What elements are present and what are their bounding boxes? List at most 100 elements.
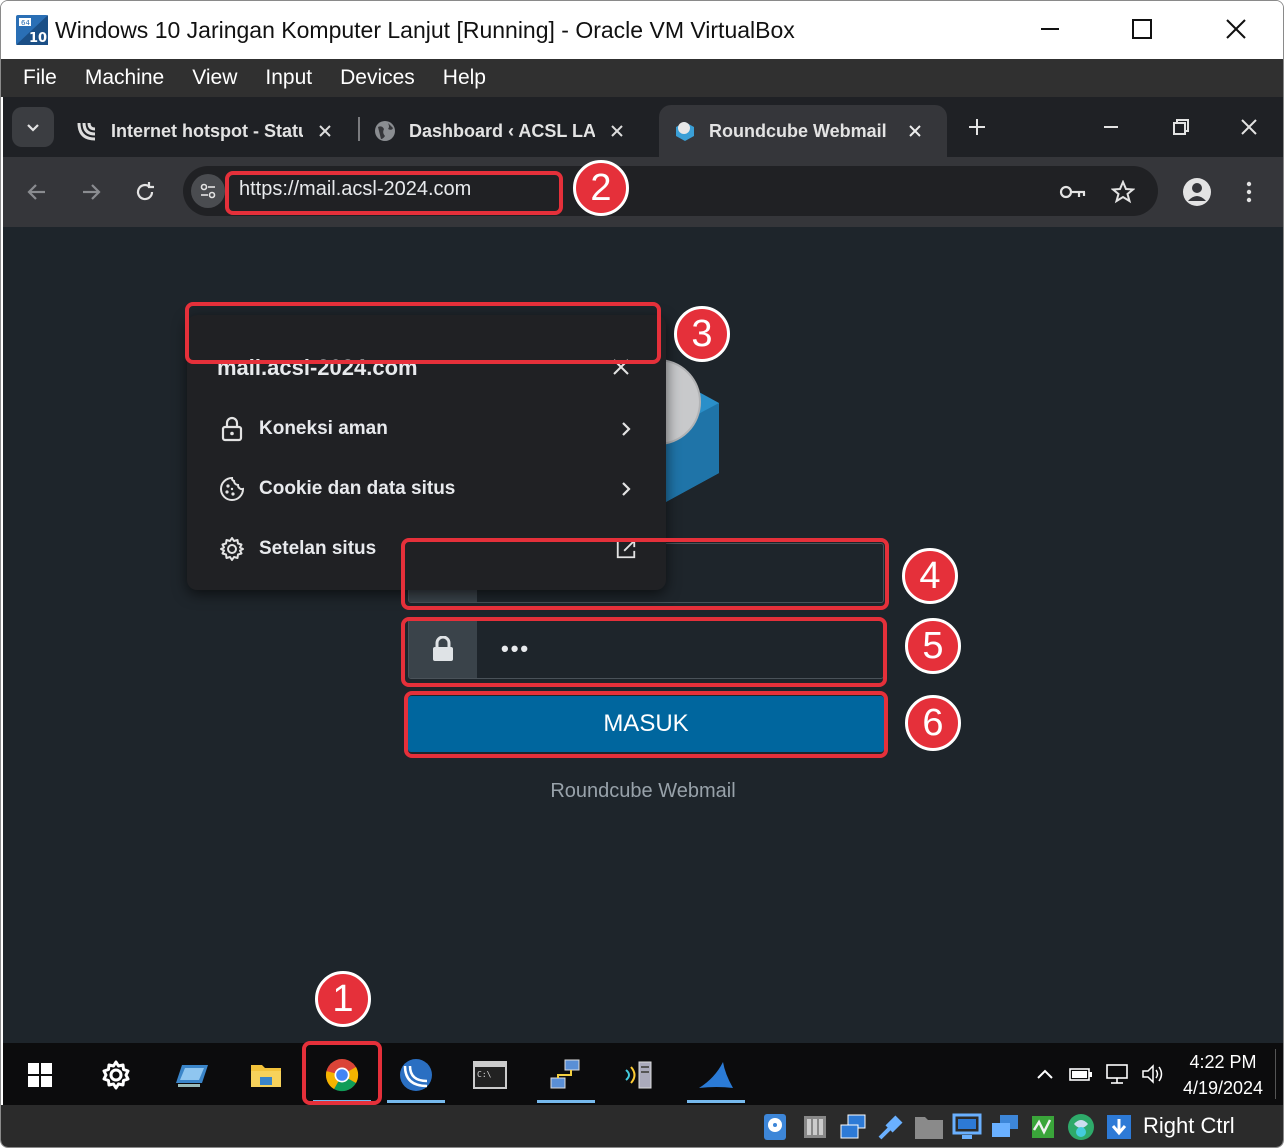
network-icon (550, 1059, 580, 1089)
wireshark-icon (699, 1062, 733, 1088)
window-title: Windows 10 Jaringan Komputer Lanjut [Run… (55, 17, 795, 43)
hard-disk-icon[interactable] (759, 1110, 791, 1144)
annotation-highlight-5 (401, 617, 887, 687)
menu-help[interactable]: Help (429, 66, 500, 90)
settings-icon (102, 1060, 130, 1090)
clock-time: 4:22 PM (1189, 1052, 1257, 1072)
server-icon (625, 1061, 652, 1089)
arrow-left-icon (27, 184, 45, 200)
menu-machine[interactable]: Machine (71, 66, 178, 90)
forward-button[interactable] (73, 174, 109, 210)
host-key-label: Right Ctrl (1143, 1113, 1235, 1138)
chrome-restore-button[interactable] (1161, 111, 1201, 143)
restore-icon (1173, 119, 1189, 135)
menu-file[interactable]: File (9, 66, 71, 90)
mouse-integration-icon[interactable] (1103, 1110, 1135, 1144)
start-icon (28, 1063, 52, 1087)
usb-icon[interactable] (875, 1110, 907, 1144)
tab-label: Internet hotspot - Status (111, 120, 303, 141)
tab-roundcube[interactable]: Roundcube Webmail :: (659, 105, 947, 157)
annotation-highlight-3 (185, 302, 661, 364)
taskbar-remote-desktop[interactable] (163, 1049, 221, 1101)
optical-drive-icon[interactable] (799, 1110, 831, 1144)
virtualbox-window: 64 10 Windows 10 Jaringan Komputer Lanju… (0, 0, 1284, 1148)
chrome-close-button[interactable] (1229, 111, 1269, 143)
profile-button[interactable] (1181, 176, 1213, 208)
password-key-button[interactable] (1059, 178, 1087, 206)
taskbar-wireshark[interactable] (687, 1049, 745, 1103)
annotation-badge-3: 3 (674, 306, 730, 362)
close-button[interactable] (1213, 9, 1259, 49)
winbox-icon (400, 1059, 432, 1091)
start-button[interactable] (11, 1049, 69, 1101)
annotation-highlight-1 (302, 1041, 382, 1105)
back-button[interactable] (19, 174, 55, 210)
popup-item-connection[interactable]: Koneksi aman (187, 399, 666, 459)
virtualbox-vm-icon: 64 10 (15, 14, 49, 46)
video-capture-icon[interactable] (989, 1110, 1021, 1144)
guest-additions-icon[interactable] (1065, 1110, 1097, 1144)
taskbar-server[interactable] (611, 1049, 669, 1101)
arrow-right-icon (83, 184, 101, 200)
new-tab-button[interactable] (961, 111, 993, 143)
maximize-icon (1132, 19, 1152, 39)
show-desktop-button[interactable] (1275, 1049, 1276, 1099)
display-icon[interactable] (951, 1110, 983, 1144)
reload-icon (136, 182, 154, 201)
tab-label: Dashboard ‹ ACSL LAB (409, 120, 595, 141)
annotation-highlight-6 (404, 691, 888, 758)
volume-icon[interactable] (1141, 1062, 1165, 1086)
popup-item-cookies[interactable]: Cookie dan data situs (187, 459, 666, 519)
virtualbox-status-bar: Right Ctrl (1, 1105, 1283, 1147)
chevron-right-icon (615, 418, 637, 440)
more-vertical-icon (1246, 181, 1252, 203)
bookmark-button[interactable] (1109, 178, 1137, 206)
svg-text:10: 10 (29, 31, 47, 46)
plus-icon (969, 119, 985, 135)
show-hidden-icons-button[interactable] (1033, 1062, 1057, 1086)
windows-taskbar: C:\ 4:22 PM 4/19/2024 (3, 1043, 1283, 1105)
cookie-icon (218, 475, 246, 503)
menu-view[interactable]: View (178, 66, 251, 90)
menu-devices[interactable]: Devices (326, 66, 429, 90)
taskbar-command-prompt[interactable]: C:\ (461, 1049, 519, 1101)
reload-button[interactable] (127, 174, 163, 210)
chevron-down-icon (27, 124, 39, 132)
chrome-minimize-button[interactable] (1091, 111, 1131, 143)
popup-item-label: Setelan situs (259, 538, 377, 559)
battery-icon[interactable] (1069, 1062, 1093, 1086)
tab-search-button[interactable] (12, 107, 54, 147)
close-icon[interactable] (905, 121, 925, 141)
taskbar-file-explorer[interactable] (237, 1049, 295, 1101)
clock-date: 4/19/2024 (1182, 1078, 1264, 1098)
taskbar-settings[interactable] (87, 1049, 145, 1101)
gear-icon (218, 535, 246, 563)
close-icon[interactable] (315, 121, 335, 141)
network-status-icon[interactable] (1105, 1062, 1129, 1086)
chrome-menu-button[interactable] (1237, 176, 1261, 208)
taskbar-network[interactable] (537, 1049, 595, 1103)
annotation-highlight-2 (225, 171, 563, 215)
popup-item-label: Cookie dan data situs (259, 478, 456, 499)
annotation-highlight-4 (401, 538, 889, 610)
site-info-button[interactable] (191, 174, 225, 208)
maximize-button[interactable] (1119, 9, 1165, 49)
footer-product-name[interactable]: Roundcube Webmail (3, 780, 1283, 803)
key-icon (1059, 185, 1086, 199)
tab-internet-hotspot[interactable]: Internet hotspot - Status (61, 105, 357, 157)
network-adapter-icon[interactable] (837, 1110, 869, 1144)
close-icon (1226, 19, 1246, 39)
annotation-badge-2: 2 (573, 160, 629, 216)
minimize-button[interactable] (1027, 9, 1073, 49)
taskbar-clock[interactable]: 4:22 PM 4/19/2024 (1175, 1049, 1271, 1101)
menu-bar: File Machine View Input Devices Help (1, 59, 1283, 97)
svg-text:C:\: C:\ (477, 1070, 492, 1079)
globe-icon (375, 121, 395, 141)
taskbar-winbox[interactable] (387, 1049, 445, 1103)
menu-input[interactable]: Input (251, 66, 326, 90)
chrome-tab-strip: Internet hotspot - Status Dashboard ‹ AC… (3, 97, 1283, 157)
close-icon[interactable] (607, 121, 627, 141)
shared-folders-icon[interactable] (913, 1110, 945, 1144)
tab-dashboard[interactable]: Dashboard ‹ ACSL LAB (359, 105, 649, 157)
cpu-activity-icon[interactable] (1027, 1110, 1059, 1144)
